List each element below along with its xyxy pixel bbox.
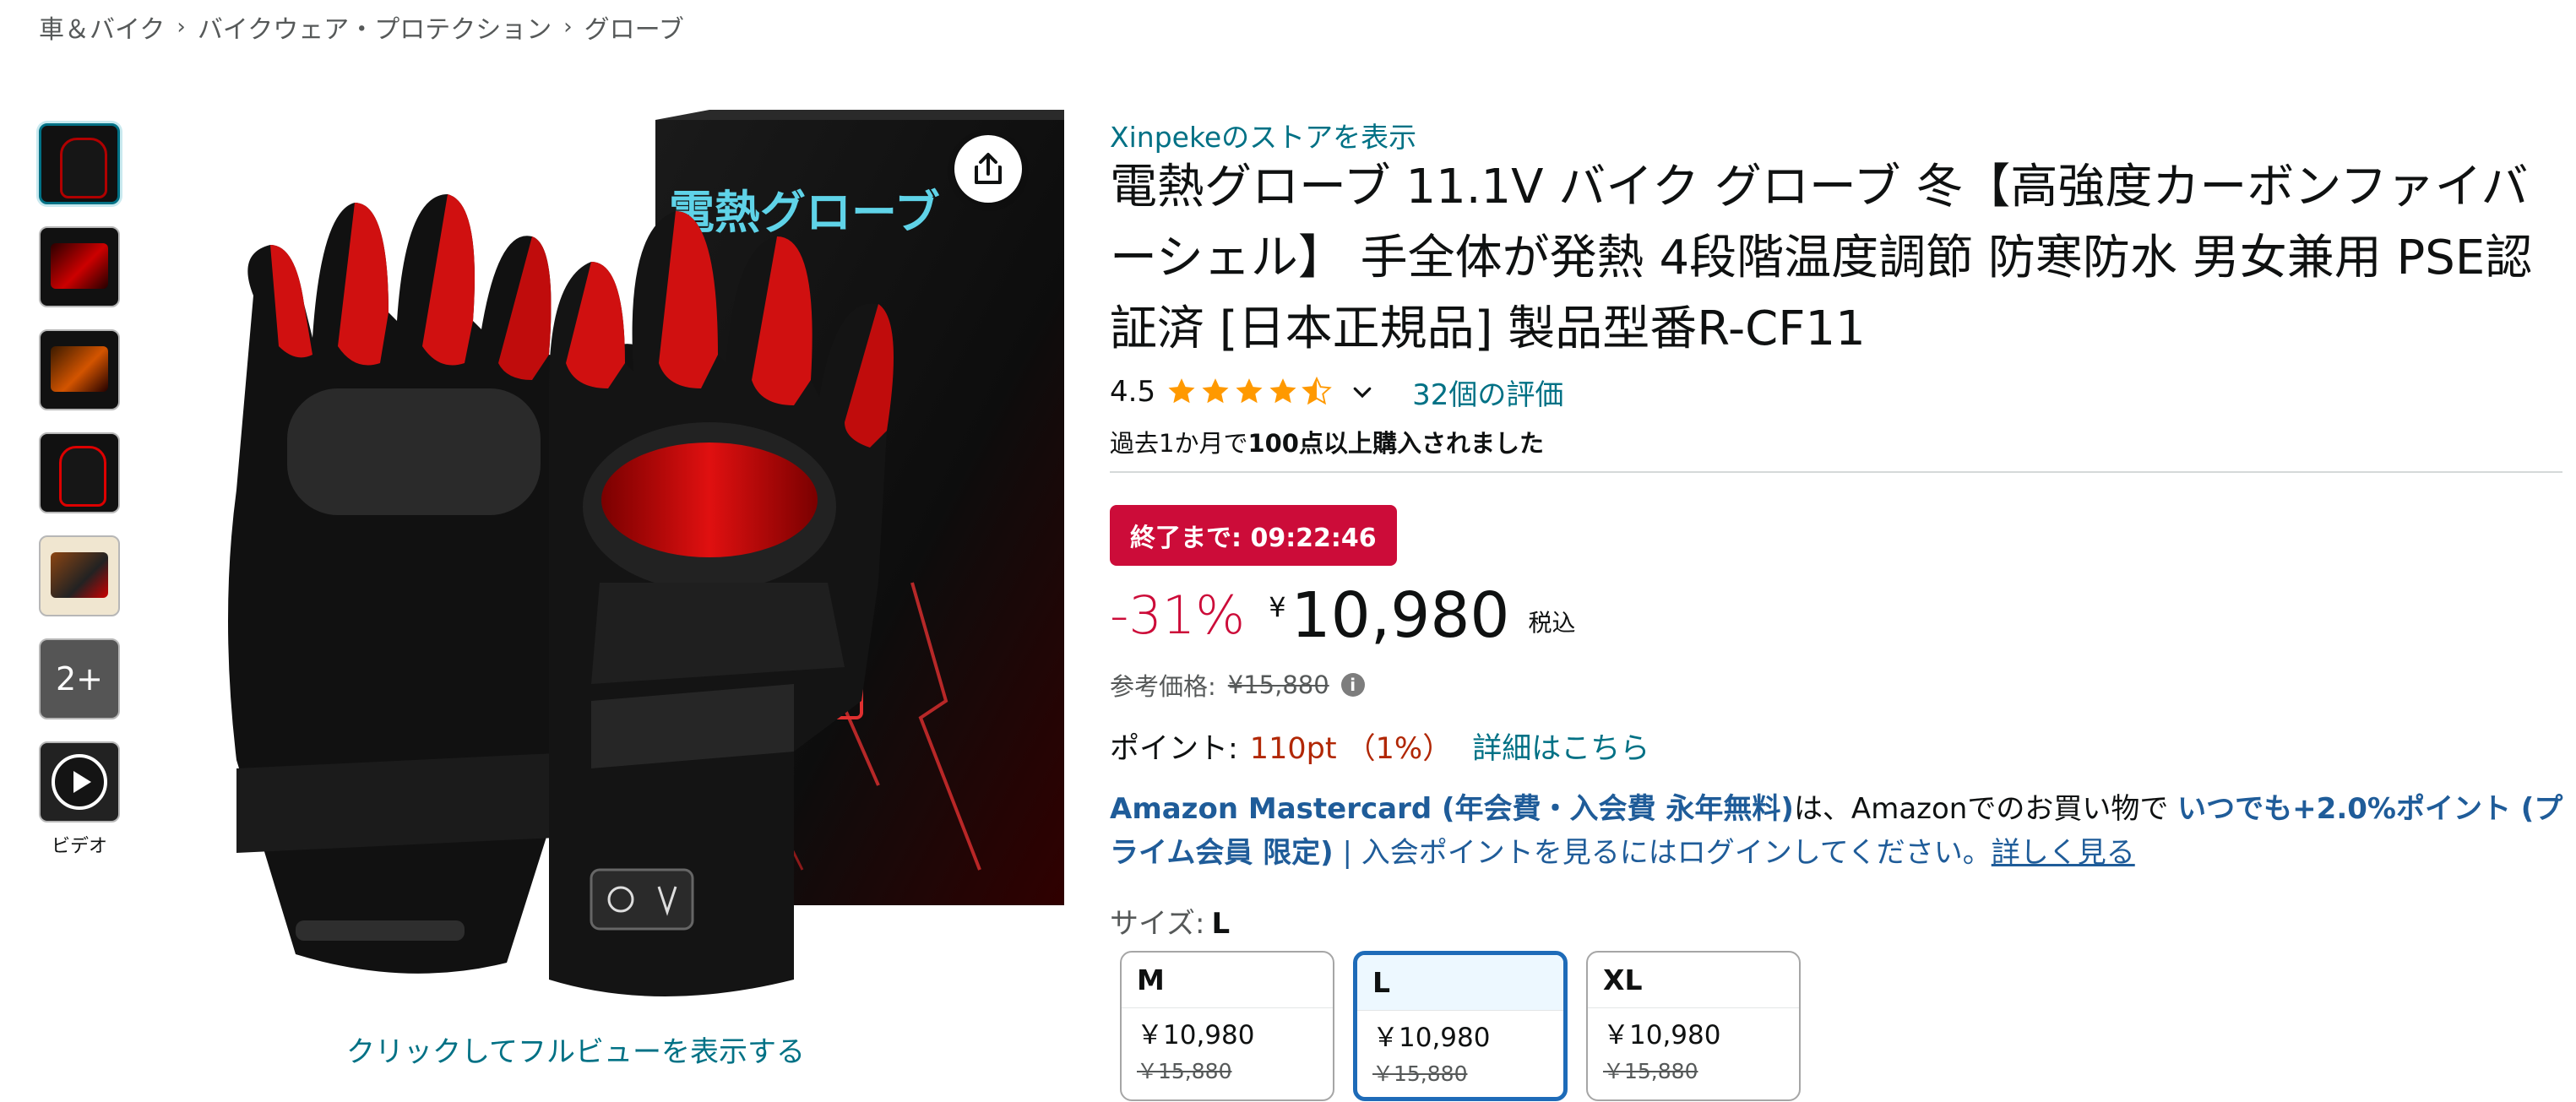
glove-product-image: 電熱グローブ (228, 110, 1064, 996)
breadcrumb-item-bike-wear[interactable]: バイクウェア・プロテクション (198, 8, 552, 46)
rating-value: 4.5 (1110, 375, 1156, 409)
size-label: サイズ: (1110, 907, 1205, 941)
star-full-icon (1202, 378, 1229, 404)
size-option-price: ￥10,980 (1603, 1020, 1721, 1050)
currency-symbol: ¥ (1269, 591, 1286, 623)
thumbnail-3[interactable] (39, 329, 120, 410)
star-rating[interactable] (1166, 376, 1333, 408)
size-option-m[interactable]: M ￥10,980 ￥15,880 (1120, 951, 1334, 1101)
mastercard-promo: Amazon Mastercard (年会費・入会費 永年無料)は、Amazon… (1110, 787, 2571, 875)
main-product-image[interactable]: 電熱グローブ (152, 110, 1064, 1039)
fullview-link[interactable]: クリックしてフルビューを表示する (346, 1029, 805, 1070)
size-option-name: M (1122, 953, 1333, 1008)
product-title: 電熱グローブ 11.1V バイク グローブ 冬【高強度カーボンファイバーシェル】… (1110, 160, 2533, 356)
size-option-price: ￥10,980 (1137, 1020, 1255, 1050)
star-full-icon (1236, 378, 1263, 404)
star-half-icon (1302, 376, 1332, 405)
size-option-orig-price: ￥15,880 (1372, 1061, 1468, 1086)
reference-price-label: 参考価格: (1110, 672, 1216, 701)
star-full-icon (1168, 378, 1195, 404)
mastercard-tail: | 入会ポイントを見るにはログインしてください。 (1333, 836, 1992, 870)
bought-strong: 100点以上購入されました (1247, 429, 1544, 458)
chevron-down-icon[interactable] (1350, 379, 1375, 404)
points-details-link[interactable]: 詳細はこちら (1472, 725, 1649, 768)
size-option-orig-price: ￥15,880 (1603, 1059, 1698, 1083)
tax-label: 税込 (1528, 609, 1576, 637)
breadcrumb-separator: › (563, 14, 573, 40)
reference-price-row: 参考価格: ¥15,880 i (1110, 667, 1365, 703)
thumbnail-1[interactable] (39, 123, 120, 204)
rating-row: 4.5 32個の評価 (1110, 368, 1563, 415)
size-selector-label: サイズ: L (1110, 900, 1230, 942)
price-row: -31% ¥ 10,980 税込 (1110, 579, 1576, 652)
price-value: 10,980 (1291, 579, 1510, 652)
points-value: 110pt （1%） (1249, 732, 1453, 766)
star-full-icon (1269, 378, 1296, 404)
points-row: ポイント: 110pt （1%） 詳細はこちら (1110, 725, 1649, 768)
points-label: ポイント: (1110, 732, 1238, 766)
rating-count-link[interactable]: 32個の評価 (1412, 372, 1563, 413)
bought-prefix: 過去1か月で (1110, 429, 1248, 458)
size-option-price: ￥10,980 (1372, 1023, 1491, 1053)
box-text: 電熱グローブ (669, 186, 940, 239)
divider (1110, 471, 2562, 473)
size-option-l[interactable]: L ￥10,980 ￥15,880 (1353, 951, 1568, 1101)
store-link[interactable]: Xinpekeのストアを表示 (1110, 115, 1416, 155)
breadcrumb: 車＆バイク › バイクウェア・プロテクション › グローブ (39, 8, 684, 46)
info-icon[interactable]: i (1340, 673, 1365, 697)
size-option-xl[interactable]: XL ￥10,980 ￥15,880 (1586, 951, 1801, 1101)
play-icon (52, 754, 107, 810)
video-thumbnail[interactable] (39, 741, 120, 822)
deal-timer-badge: 終了まで: 09:22:46 (1110, 505, 1397, 566)
breadcrumb-separator: › (177, 14, 186, 40)
thumbnail-4[interactable] (39, 432, 120, 513)
size-option-orig-price: ￥15,880 (1137, 1059, 1232, 1083)
share-button[interactable] (954, 135, 1022, 203)
share-icon (975, 153, 1002, 184)
thumbnail-5[interactable] (39, 535, 120, 616)
breadcrumb-item-car-bike[interactable]: 車＆バイク (39, 8, 165, 46)
mastercard-details-link[interactable]: 詳しく見る (1992, 836, 2135, 870)
size-option-name: XL (1588, 953, 1799, 1008)
size-option-name: L (1357, 955, 1563, 1011)
mastercard-mid: は、Amazonでのお買い物で (1793, 792, 2169, 826)
size-selected-value: L (1211, 907, 1231, 941)
video-label: ビデオ (51, 836, 107, 857)
more-images-button[interactable]: 2+ (39, 638, 120, 719)
more-images-label: 2+ (55, 660, 104, 698)
mastercard-brand-link[interactable]: Amazon Mastercard (年会費・入会費 永年無料) (1110, 792, 1794, 826)
reference-price: ¥15,880 (1227, 670, 1329, 699)
breadcrumb-item-gloves[interactable]: グローブ (584, 8, 684, 46)
discount-percent: -31% (1110, 584, 1246, 646)
bought-info: 過去1か月で100点以上購入されました (1110, 424, 1544, 459)
thumbnail-2[interactable] (39, 226, 120, 307)
